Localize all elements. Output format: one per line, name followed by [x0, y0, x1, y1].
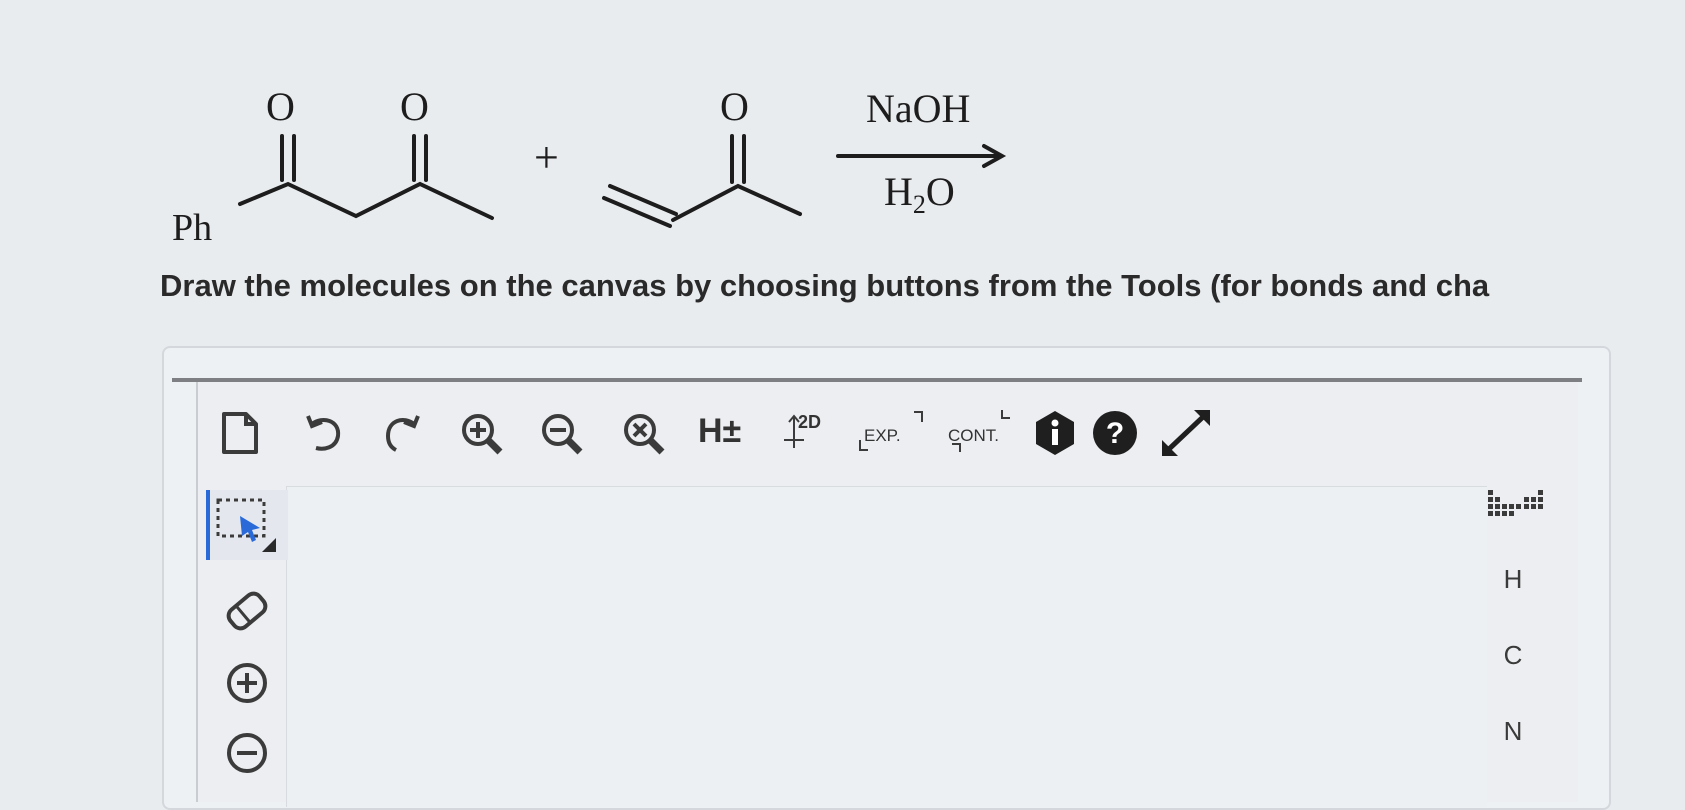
new-document-icon[interactable] — [218, 408, 262, 458]
plus-sign: + — [534, 133, 559, 182]
phenyl-label: Ph — [172, 207, 212, 249]
redo-icon[interactable] — [380, 408, 424, 458]
select-tool-button[interactable] — [206, 490, 288, 560]
water-o: O — [926, 169, 955, 214]
hydrogen-toggle-label: H± — [698, 412, 742, 450]
eraser-icon[interactable] — [222, 586, 272, 641]
reagent-water: H2O — [884, 169, 955, 219]
zoom-in-icon[interactable] — [458, 408, 510, 460]
clean-2d-label: 2D — [798, 412, 822, 432]
oxygen-label-3: O — [720, 84, 749, 129]
oxygen-label-1: O — [266, 84, 295, 129]
element-h-button[interactable]: H — [1478, 564, 1548, 595]
oxygen-label-2: O — [400, 84, 429, 129]
contract-icon[interactable]: CONT. — [944, 408, 1018, 458]
select-lasso-icon — [216, 498, 276, 552]
periodic-table-icon[interactable] — [1488, 488, 1544, 525]
zoom-reset-icon[interactable] — [620, 408, 672, 460]
clean-2d-icon[interactable]: 2D — [784, 408, 844, 458]
undo-icon[interactable] — [302, 408, 346, 458]
fullscreen-icon[interactable] — [1160, 408, 1212, 458]
element-c-button[interactable]: C — [1478, 640, 1548, 671]
info-icon[interactable] — [1030, 408, 1080, 458]
water-h: H — [884, 169, 913, 214]
reagent-naoh: NaOH — [866, 86, 970, 131]
water-subscript: 2 — [913, 190, 926, 219]
element-n-button[interactable]: N — [1478, 716, 1548, 747]
svg-text:?: ? — [1106, 417, 1124, 450]
expand-icon[interactable]: EXP. — [858, 408, 928, 458]
instruction-text: Draw the molecules on the canvas by choo… — [160, 268, 1490, 303]
charge-plus-icon[interactable] — [222, 658, 272, 713]
help-icon[interactable]: ? — [1090, 408, 1140, 458]
hydrogen-toggle-icon[interactable]: H± — [698, 408, 762, 458]
reaction-scheme: Ph O O + O NaOH H2O — [172, 84, 1007, 249]
zoom-out-icon[interactable] — [538, 408, 590, 460]
drawing-canvas[interactable] — [286, 486, 1487, 807]
